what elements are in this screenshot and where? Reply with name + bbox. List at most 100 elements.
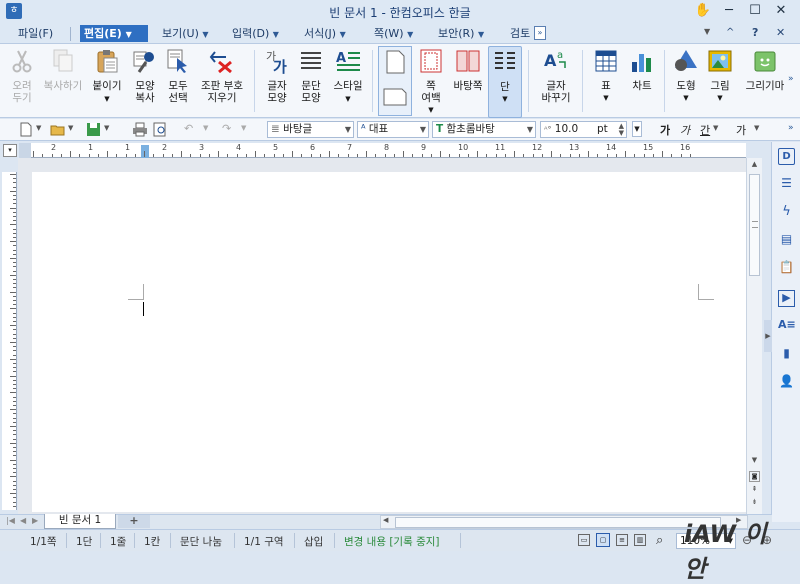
language-select[interactable]: ᴬ 대표 ▼ <box>357 121 429 138</box>
vertical-scrollbar[interactable]: ▲ ▼ ◙ ⇞ ⇟ <box>746 158 762 514</box>
horizontal-scrollbar[interactable]: ◀ ▶ <box>380 515 748 529</box>
zoom-icon[interactable]: ⌕ <box>656 533 663 548</box>
picture-button[interactable]: 그림 ▼ <box>704 46 736 104</box>
view-outline-icon[interactable]: ▥ <box>634 534 646 546</box>
print-icon[interactable] <box>132 122 148 137</box>
format-copy-button[interactable]: 모양 복사 <box>127 46 163 104</box>
chevron-down-icon[interactable]: ▼ <box>704 27 710 36</box>
list-icon[interactable]: ☰ <box>778 176 795 193</box>
page-select-icon[interactable]: ◙ <box>749 471 760 482</box>
panel-toggle-arrow[interactable]: ▶ <box>764 320 772 352</box>
status-insert[interactable]: 삽입 <box>304 534 323 549</box>
save-icon[interactable] <box>86 122 102 137</box>
bold-button[interactable]: 가 <box>660 122 670 138</box>
font-size-input[interactable]: ᴬ° 10.0 pt ▲ ▼ <box>540 121 627 138</box>
underline-button[interactable]: 간 <box>700 122 710 138</box>
menu-format[interactable]: 서식(J) ▼ <box>300 25 350 42</box>
hscroll-thumb[interactable] <box>395 517 721 528</box>
chevron-down-icon[interactable]: ▼ <box>754 124 759 132</box>
style-button[interactable]: A 스타일 ▼ <box>330 46 366 105</box>
scroll-left-arrow[interactable]: ◀ <box>383 516 388 524</box>
copy-button[interactable]: 복사하기 <box>40 46 86 92</box>
column-button[interactable]: 단 ▼ <box>488 46 522 118</box>
menu-page[interactable]: 쪽(W) ▼ <box>370 25 417 42</box>
chevron-down-icon[interactable]: ▼ <box>104 124 109 132</box>
italic-button[interactable]: 가 <box>680 122 690 138</box>
scroll-up-arrow[interactable]: ▲ <box>749 160 760 172</box>
toolbar-more-icon[interactable]: » <box>788 123 794 133</box>
preview-icon[interactable] <box>152 122 168 137</box>
zoom-in-icon[interactable]: ⊕ <box>762 533 772 547</box>
clipboard-icon[interactable]: 📋 <box>778 260 795 277</box>
scroll-right-arrow[interactable]: ▶ <box>736 516 741 524</box>
select-all-button[interactable]: 모두 선택 <box>163 46 193 104</box>
chevron-down-icon[interactable]: ▼ <box>713 124 718 132</box>
zoom-select[interactable]: 110% ▼ <box>676 533 736 549</box>
char-change-button[interactable]: Aa 글자 바꾸기 <box>536 46 576 104</box>
note-icon[interactable]: ▤ <box>778 232 795 249</box>
lightning-icon[interactable]: ϟ <box>778 204 795 221</box>
cut-button[interactable]: 오려 두기 <box>4 46 40 104</box>
horizontal-ruler[interactable]: 2 1 1 2 3 4 5 6 7 8 9 10 11 12 13 14 15 16 <box>19 143 746 158</box>
chevron-down-icon[interactable]: ▼ <box>36 124 41 132</box>
char-shape-button[interactable]: 가가 글자 모양 <box>262 46 292 104</box>
chevron-down-icon[interactable]: ▼ <box>241 124 246 132</box>
maximize-button[interactable]: ☐ <box>742 2 768 20</box>
ruler-corner-button[interactable]: ▾ <box>3 144 17 157</box>
add-tab-button[interactable]: + <box>118 515 150 528</box>
document-page[interactable] <box>32 172 746 512</box>
scroll-down-arrow[interactable]: ▼ <box>749 456 760 468</box>
menu-edit[interactable]: 편집(E) ▼ <box>80 25 148 42</box>
paste-button[interactable]: 붙이기 ▼ <box>89 46 125 105</box>
redo-icon[interactable]: ↷ <box>222 122 231 135</box>
drawing-button[interactable]: 그리기마 <box>740 46 790 92</box>
close-doc-icon[interactable]: ✕ <box>776 26 785 39</box>
clear-marks-button[interactable]: 조판 부호 지우기 <box>196 46 248 104</box>
page-view-button[interactable] <box>378 46 412 116</box>
font-select[interactable]: T 함초롬바탕 ▼ <box>432 121 536 138</box>
menu-review[interactable]: 검토 <box>506 25 534 42</box>
para-shape-button[interactable]: 문단 모양 <box>296 46 326 104</box>
status-track-changes[interactable]: 변경 내용 [기록 중지] <box>344 534 440 549</box>
strike-button[interactable]: 가 <box>736 122 746 138</box>
menu-security[interactable]: 보안(R) ▼ <box>434 25 488 42</box>
stepper-icon[interactable]: ▲ ▼ <box>619 123 624 137</box>
chevron-down-icon[interactable]: ▼ <box>68 124 73 132</box>
first-tab-icon[interactable]: |◀ <box>6 516 15 525</box>
text-style-icon[interactable]: A≡ <box>778 318 796 335</box>
close-button[interactable]: ✕ <box>768 2 794 20</box>
vertical-ruler[interactable] <box>2 172 17 510</box>
bg-page-button[interactable]: 바탕쪽 <box>450 46 486 92</box>
menu-input[interactable]: 입력(D) ▼ <box>228 25 283 42</box>
undo-icon[interactable]: ↶ <box>184 122 193 135</box>
new-doc-icon[interactable] <box>18 122 34 137</box>
indent-marker[interactable] <box>141 145 149 158</box>
menu-view[interactable]: 보기(U) ▼ <box>158 25 213 42</box>
play-icon[interactable]: ▶ <box>778 290 795 307</box>
collapse-ribbon-icon[interactable]: ^ <box>726 27 734 38</box>
help-icon[interactable]: ? <box>752 26 758 39</box>
prev-tab-icon[interactable]: ◀ <box>20 516 26 525</box>
hand-icon[interactable]: ✋ <box>690 2 716 20</box>
more-menu-icon[interactable]: » <box>534 26 546 40</box>
document-info-icon[interactable]: D <box>778 148 795 165</box>
next-page-icon[interactable]: ⇟ <box>749 498 760 509</box>
shape-button[interactable]: 도형 ▼ <box>670 46 702 104</box>
table-button[interactable]: 표 ▼ <box>590 46 622 104</box>
next-tab-icon[interactable]: ▶ <box>32 516 38 525</box>
prev-page-icon[interactable]: ⇞ <box>749 485 760 496</box>
chevron-down-icon[interactable]: ▼ <box>203 124 208 132</box>
chevron-down-icon[interactable]: ▼ <box>632 121 642 137</box>
chart-button[interactable]: 차트 <box>626 46 658 92</box>
menu-file[interactable]: 파일(F) <box>14 25 57 42</box>
tab-document[interactable]: 빈 문서 1 <box>44 514 116 529</box>
style-select[interactable]: ≣ 바탕글 ▼ <box>267 121 354 138</box>
scroll-thumb[interactable] <box>749 174 760 276</box>
minimize-button[interactable]: ─ <box>716 2 742 20</box>
ribbon-more-icon[interactable]: » <box>788 74 794 84</box>
zoom-out-icon[interactable]: ⊖ <box>742 533 752 547</box>
view-page-icon[interactable]: ▢ <box>596 533 610 547</box>
page-margin-button[interactable]: 쪽 여백 ▼ <box>414 46 448 116</box>
view-web-icon[interactable]: ≡ <box>616 534 628 546</box>
view-normal-icon[interactable]: ▭ <box>578 534 590 546</box>
